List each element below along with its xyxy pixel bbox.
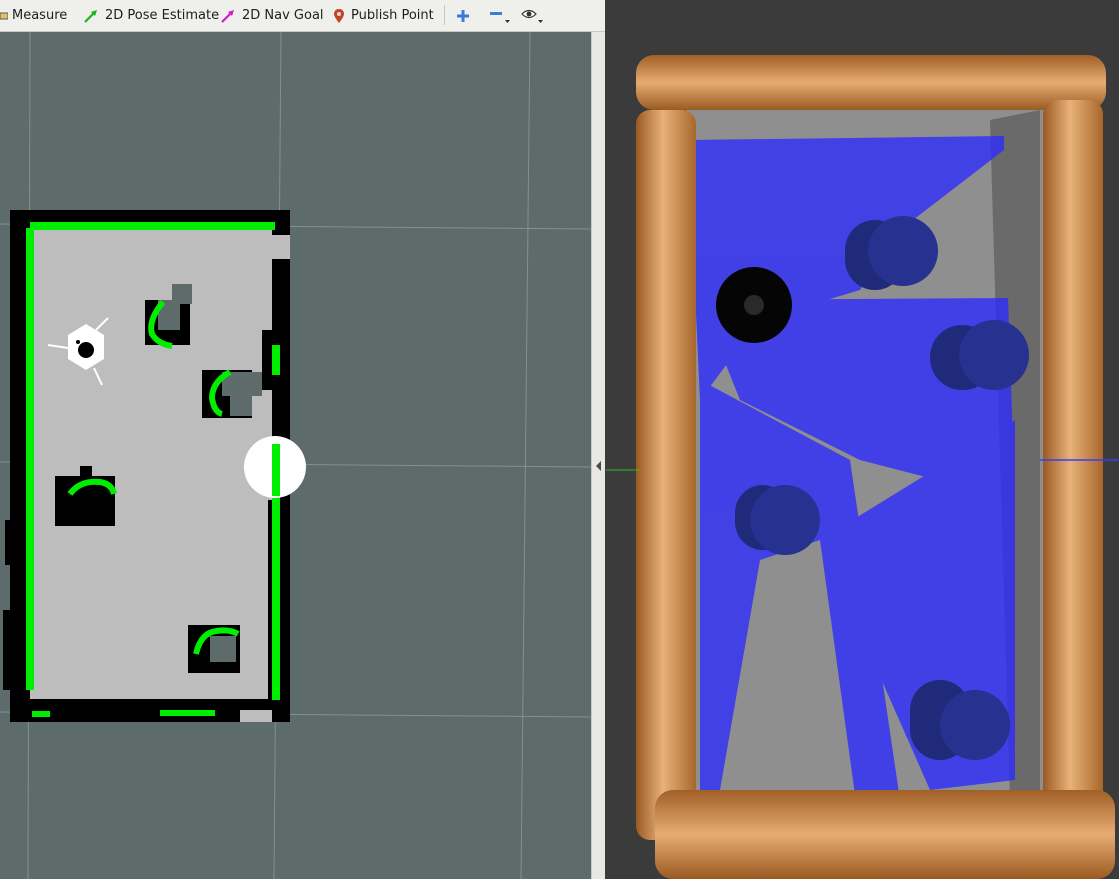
toolbar-separator bbox=[444, 5, 445, 25]
eye-icon bbox=[521, 9, 543, 23]
plus-icon bbox=[457, 9, 469, 22]
publish-point-tool[interactable]: Publish Point bbox=[333, 0, 434, 31]
robot-model bbox=[716, 267, 792, 343]
measure-label: Measure bbox=[12, 8, 68, 23]
gazebo-view[interactable] bbox=[606, 0, 1119, 879]
measure-tool[interactable]: Measure bbox=[0, 0, 67, 31]
rviz-panel: Measure 2D Pose Estimate 2D Nav Goal Pub… bbox=[0, 0, 605, 879]
green-arrow-icon bbox=[84, 9, 97, 23]
pose-estimate-label: 2D Pose Estimate bbox=[105, 8, 220, 23]
view-button[interactable] bbox=[521, 0, 551, 31]
publish-point-label: Publish Point bbox=[351, 8, 434, 23]
map-pin-icon bbox=[334, 8, 344, 23]
magenta-arrow-icon bbox=[221, 9, 234, 23]
rviz-toolbar: Measure 2D Pose Estimate 2D Nav Goal Pub… bbox=[0, 0, 605, 32]
gazebo-scene bbox=[606, 0, 1119, 879]
nav-goal-label: 2D Nav Goal bbox=[242, 8, 324, 23]
collapse-arrow-icon[interactable] bbox=[596, 461, 601, 471]
map-view[interactable] bbox=[0, 32, 605, 879]
panel-splitter[interactable] bbox=[591, 32, 605, 879]
zoom-out-button[interactable] bbox=[489, 0, 517, 31]
zoom-in-button[interactable] bbox=[456, 0, 476, 31]
ruler-icon bbox=[0, 12, 8, 19]
pose-estimate-tool[interactable]: 2D Pose Estimate bbox=[83, 0, 219, 31]
minus-icon bbox=[490, 11, 510, 23]
nav-goal-tool[interactable]: 2D Nav Goal bbox=[220, 0, 324, 31]
